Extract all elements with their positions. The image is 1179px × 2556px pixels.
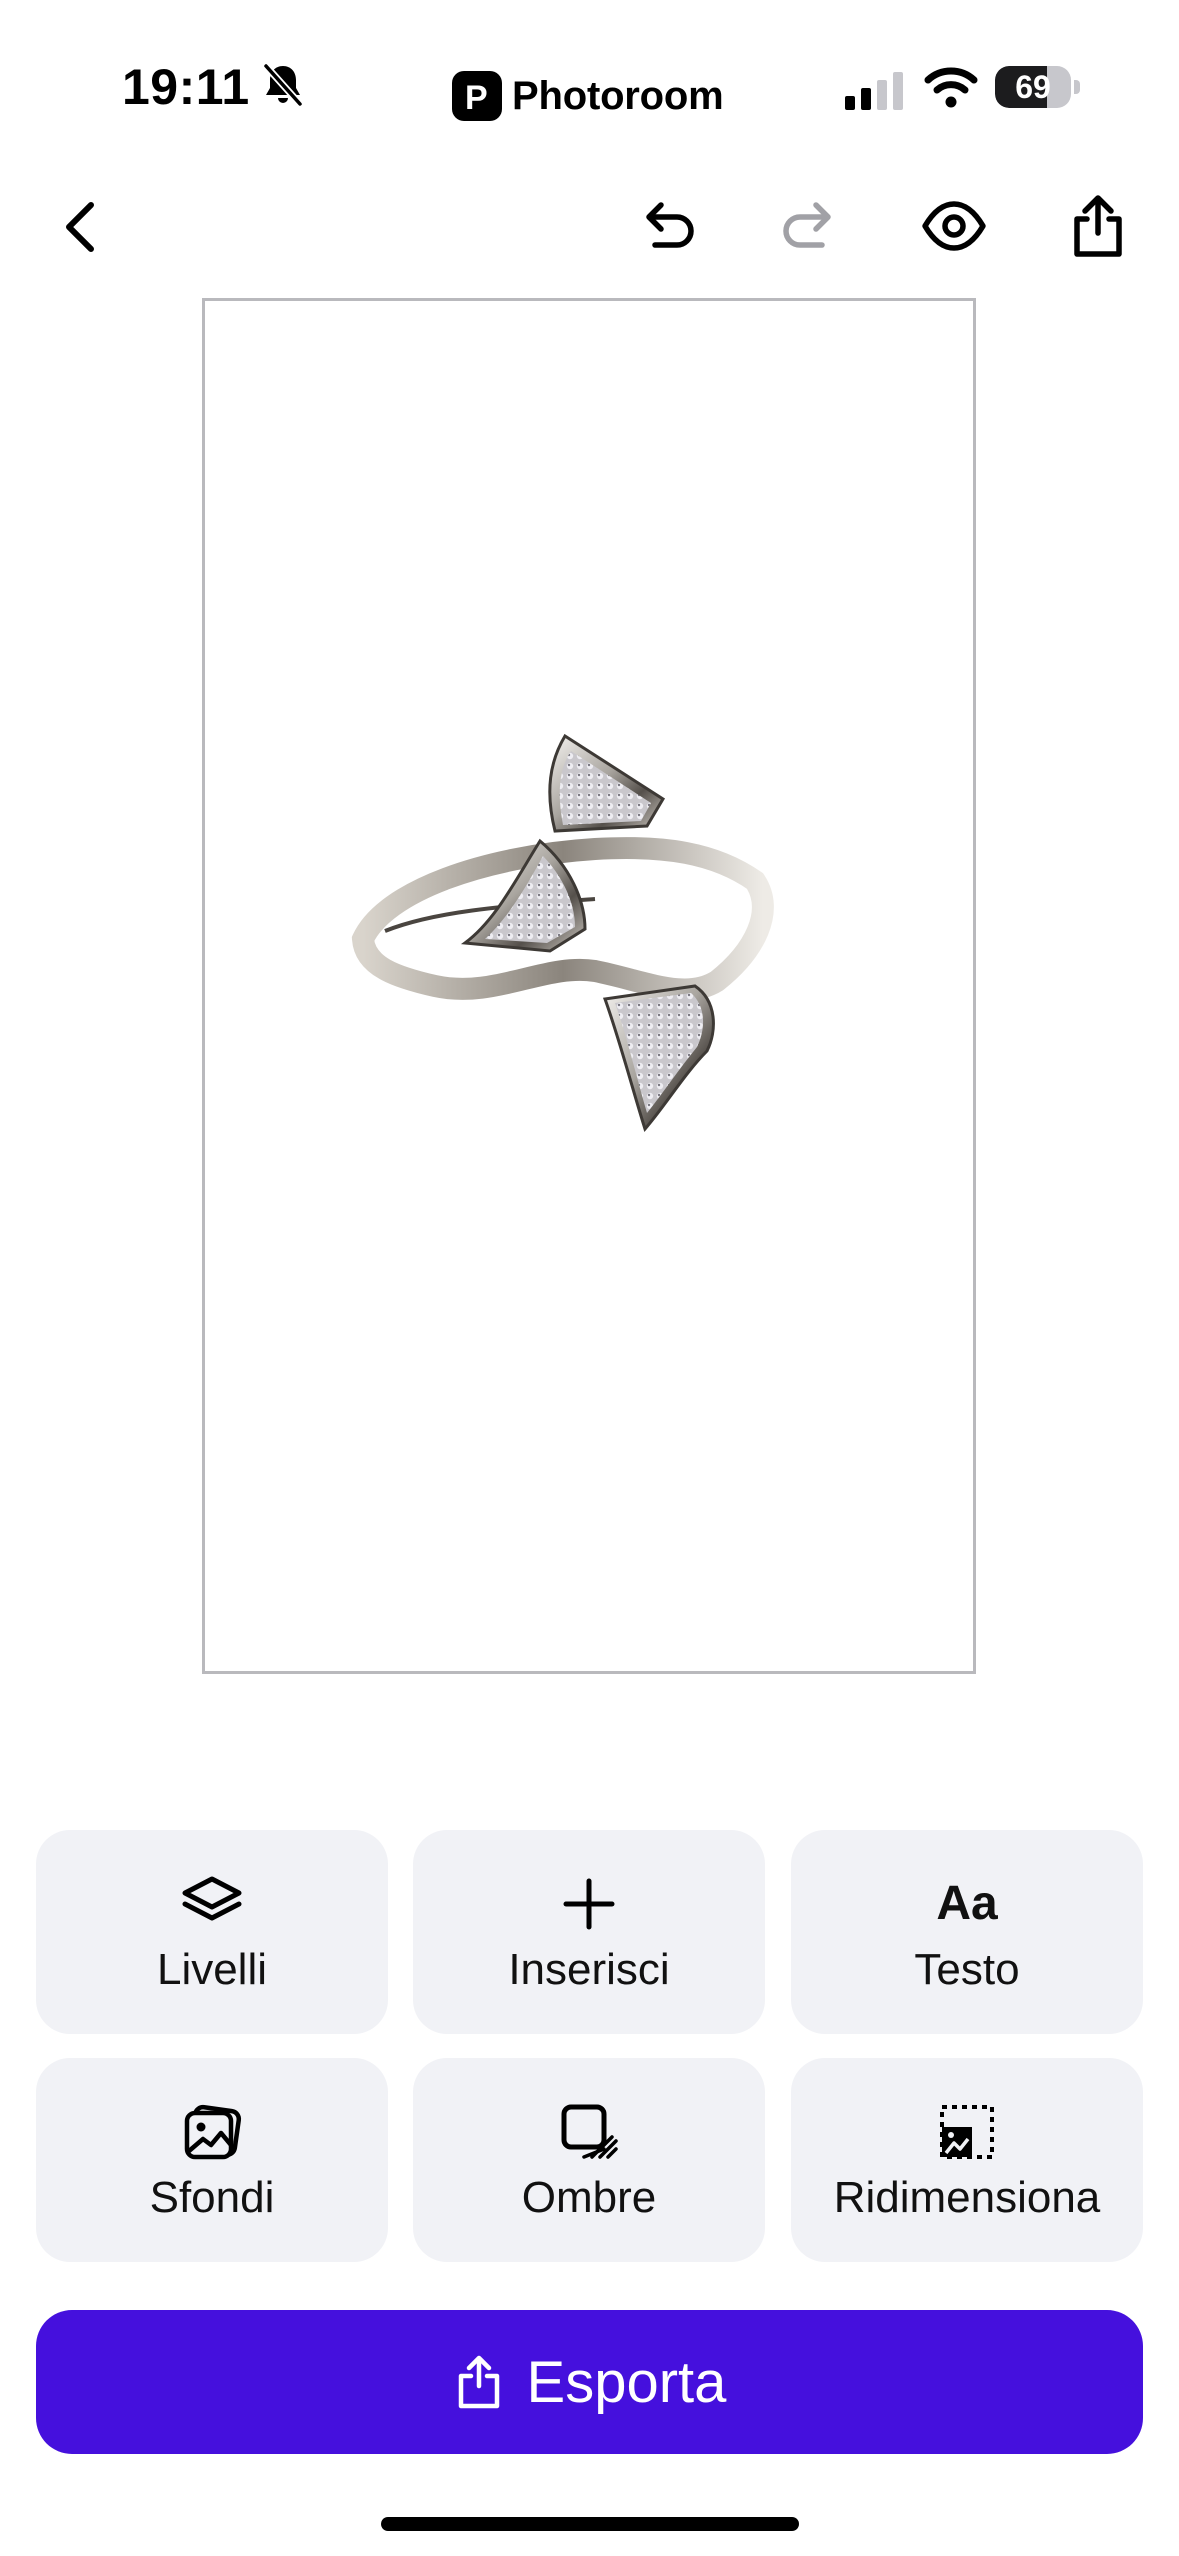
- tool-label: Testo: [914, 1945, 1020, 1994]
- eye-icon: [922, 201, 986, 251]
- bell-slash-icon: [258, 60, 308, 110]
- backgrounds-icon: [177, 2097, 247, 2167]
- text-icon: Aa: [932, 1869, 1002, 1939]
- resize-icon: [932, 2097, 1002, 2167]
- home-indicator[interactable]: [381, 2517, 799, 2531]
- battery-icon: 69: [995, 66, 1071, 108]
- status-time: 19:11: [122, 59, 250, 115]
- battery-tip: [1074, 80, 1080, 94]
- share-icon: [458, 2355, 499, 2409]
- tool-label: Livelli: [156, 1945, 268, 1994]
- tool-sfondi[interactable]: Sfondi: [36, 2058, 388, 2262]
- app-logo-letter: P: [465, 79, 488, 117]
- tool-livelli[interactable]: Livelli: [36, 1830, 388, 2034]
- app-name: Photoroom: [512, 73, 724, 118]
- tool-label: Sfondi: [149, 2173, 275, 2222]
- tool-label: Inserisci: [508, 1945, 670, 1994]
- tool-label: Ombre: [521, 2173, 657, 2222]
- ring-product-image[interactable]: [345, 681, 825, 1161]
- status-bar: 19:11 P Photoroom 69: [0, 0, 1179, 170]
- tool-ridimensiona[interactable]: Ridimensiona: [791, 2058, 1143, 2262]
- tool-ombre[interactable]: Ombre: [413, 2058, 765, 2262]
- tool-testo[interactable]: Aa Testo: [791, 1830, 1143, 2034]
- export-label: Esporta: [526, 2349, 727, 2415]
- back-button[interactable]: [42, 186, 122, 266]
- redo-button[interactable]: [769, 186, 849, 266]
- editor-canvas[interactable]: [202, 298, 976, 1674]
- redo-icon: [783, 202, 831, 248]
- tool-inserisci[interactable]: Inserisci: [413, 1830, 765, 2034]
- battery-indicator: 69: [995, 66, 1081, 108]
- shadow-icon: [554, 2097, 624, 2167]
- app-indicator: P Photoroom: [452, 68, 724, 124]
- photoroom-logo-icon: P: [452, 71, 502, 121]
- tool-label: Ridimensiona: [833, 2173, 1101, 2222]
- undo-icon: [646, 202, 694, 248]
- text-icon-glyph: Aa: [936, 1877, 998, 1930]
- wifi-icon: [924, 64, 978, 108]
- chevron-left-icon: [66, 202, 94, 252]
- preview-button[interactable]: [914, 186, 994, 266]
- share-button[interactable]: [1058, 186, 1138, 266]
- undo-button[interactable]: [628, 186, 708, 266]
- layers-icon: [177, 1869, 247, 1939]
- plus-icon: [554, 1869, 624, 1939]
- export-button[interactable]: Esporta: [36, 2310, 1143, 2454]
- cellular-signal-icon: [845, 72, 905, 110]
- battery-level: 69: [1015, 69, 1051, 105]
- share-icon: [1074, 195, 1122, 257]
